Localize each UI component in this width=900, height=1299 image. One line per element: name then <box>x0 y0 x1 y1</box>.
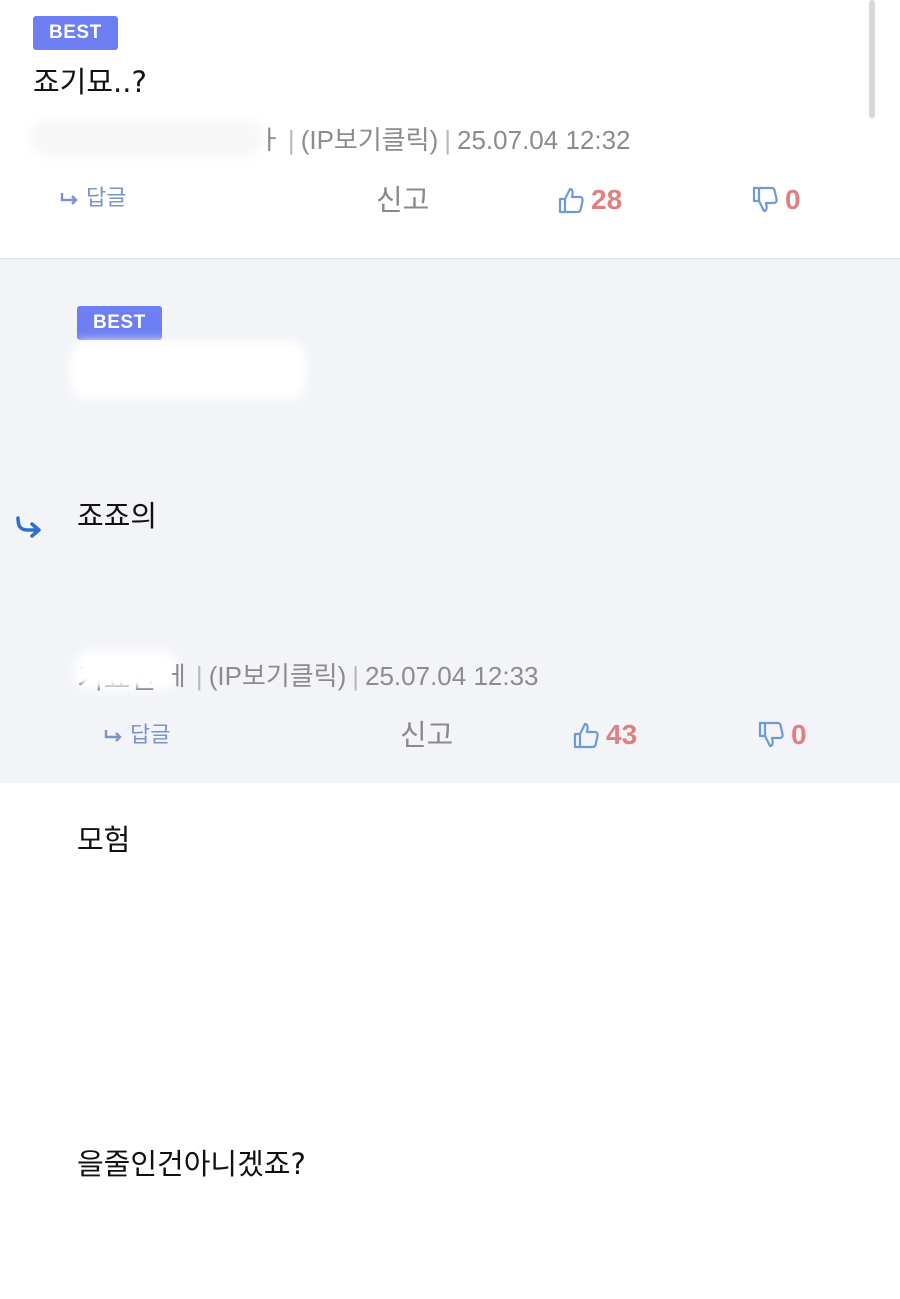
report-label: 신고 <box>400 718 454 752</box>
comment-line: 죠기묘..? <box>33 65 147 99</box>
like-count: 28 <box>591 184 623 215</box>
comment-item: BEST 죠기묘..? ㅏ | (IP보기클릭) | 25.07.04 12:32 답글… <box>0 0 900 259</box>
reply-label: 답글 <box>130 723 171 748</box>
scrollbar[interactable] <box>869 0 875 118</box>
comment-line: 을줄인건아니겠죠? <box>77 1147 306 1181</box>
author-name: ㅏ <box>258 125 282 155</box>
best-badge: BEST <box>33 16 118 50</box>
thumbs-down-icon <box>752 186 778 213</box>
best-badge: BEST <box>77 306 162 340</box>
report-button[interactable]: 신고 <box>376 180 429 220</box>
dislike-button[interactable]: 0 <box>751 180 801 220</box>
ip-link[interactable]: (IP보기클릭) <box>301 125 439 155</box>
comment-body: 죠죠의 기묘한 모험 을줄인건아니겠죠? <box>77 381 306 1299</box>
comment-item-reply: BEST 죠죠의 기묘한 모험 을줄인건아니겠죠? ㅔ|(IP보기클릭)|25.… <box>0 259 900 1181</box>
reply-button[interactable]: 답글 <box>104 721 170 751</box>
nested-reply-arrow-icon <box>16 516 41 538</box>
redacted-author <box>74 650 178 690</box>
comment-line: 죠죠의 <box>77 499 158 533</box>
like-count: 43 <box>606 719 638 750</box>
comment-line: 모험 <box>77 823 131 857</box>
like-button[interactable]: 28 <box>557 180 622 220</box>
ip-link[interactable]: (IP보기클릭) <box>209 661 347 691</box>
reply-button[interactable]: 답글 <box>60 184 126 214</box>
dislike-count: 0 <box>785 184 801 215</box>
reply-label: 답글 <box>86 186 127 211</box>
timestamp: 25.07.04 12:33 <box>365 661 539 691</box>
comment-meta: ㅏ | (IP보기클릭) | 25.07.04 12:32 <box>258 125 631 155</box>
thumbs-up-icon <box>573 722 599 749</box>
report-button[interactable]: 신고 <box>400 715 453 755</box>
timestamp: 25.07.04 12:32 <box>457 125 631 155</box>
comment-body: 죠기묘..? <box>33 55 147 109</box>
thumbs-up-icon <box>558 187 584 214</box>
dislike-count: 0 <box>791 719 807 750</box>
reply-arrow-icon <box>60 193 78 205</box>
like-button[interactable]: 43 <box>572 715 637 755</box>
author-name: ㅔ <box>166 661 190 691</box>
report-label: 신고 <box>376 183 430 217</box>
comment-line-blank <box>77 975 306 1029</box>
dislike-button[interactable]: 0 <box>757 715 807 755</box>
comment-meta: ㅔ | (IP보기클릭) | 25.07.04 12:33 <box>166 661 539 691</box>
redacted-author <box>30 120 262 156</box>
thumbs-down-icon <box>758 721 784 748</box>
reply-arrow-icon <box>104 730 122 742</box>
